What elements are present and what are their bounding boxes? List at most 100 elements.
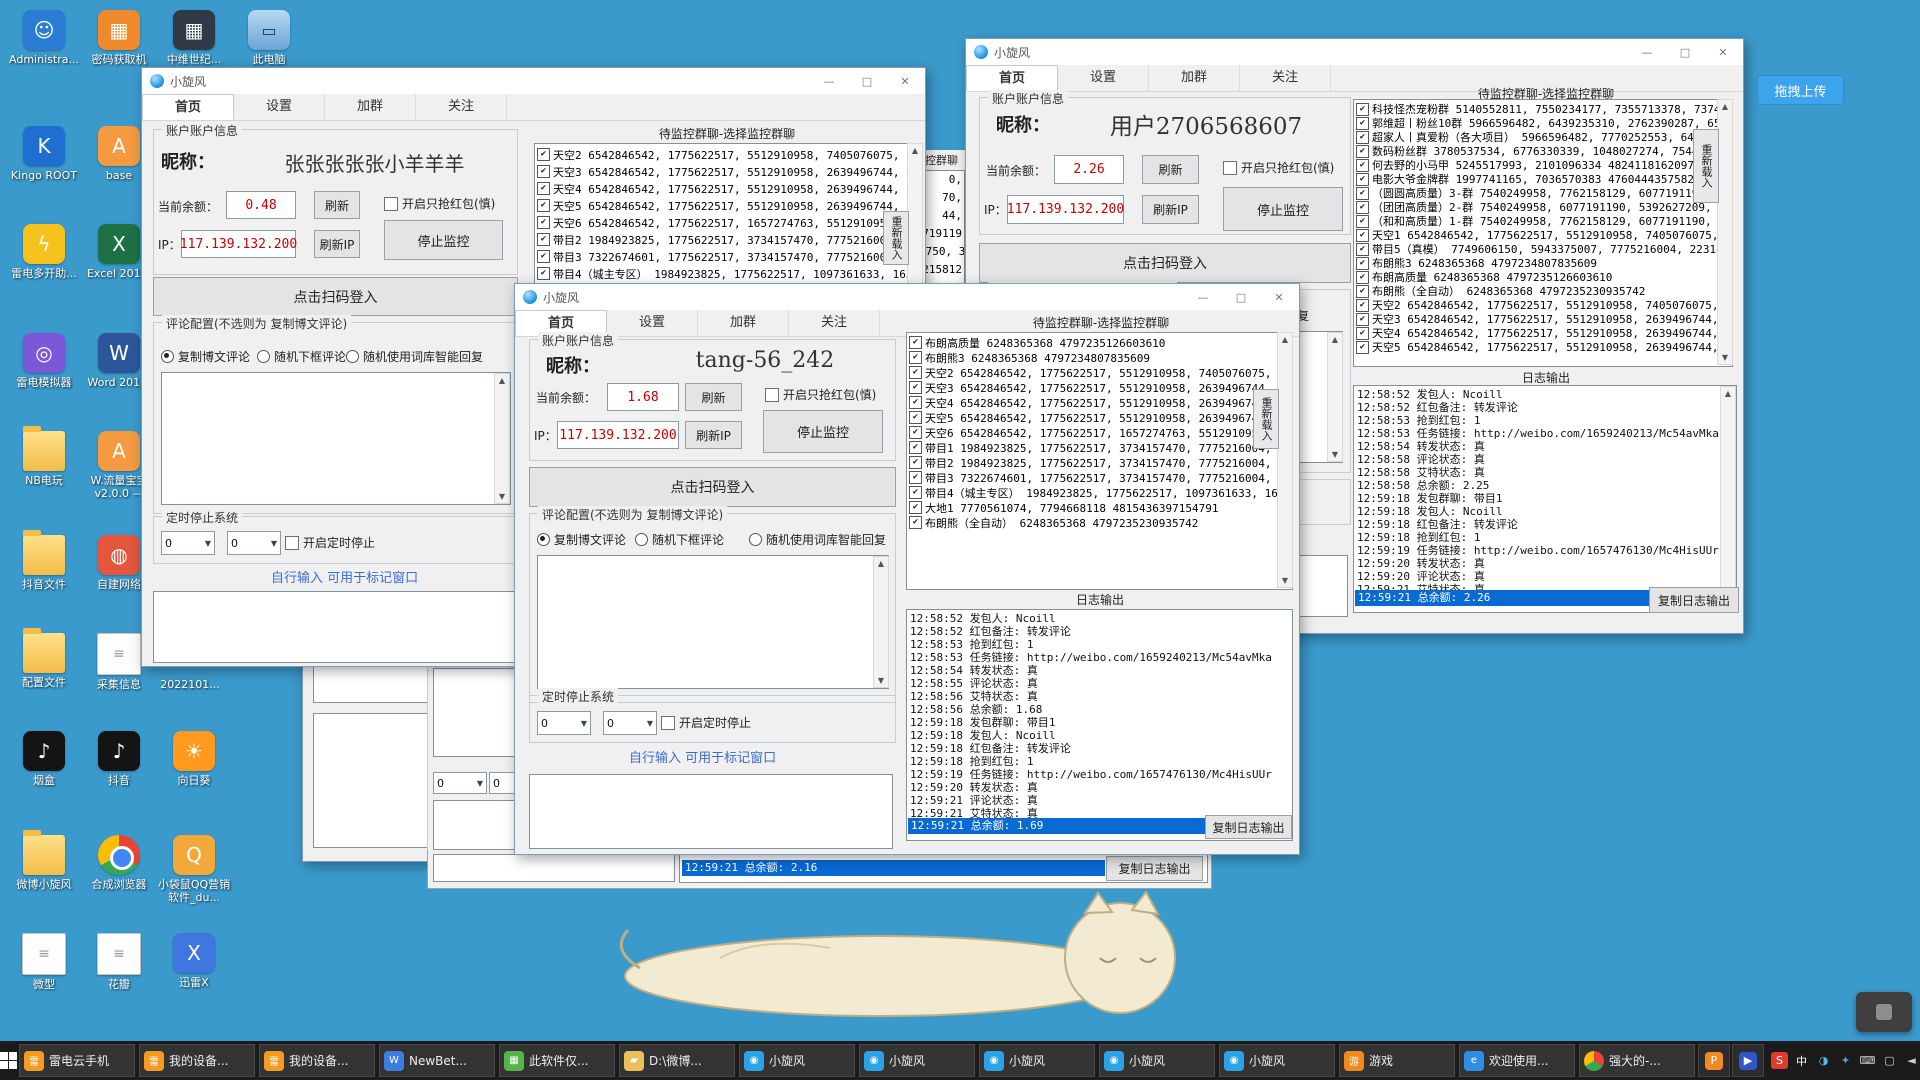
refresh-ip-button[interactable]: 刷新IP bbox=[685, 421, 742, 449]
ip-field[interactable]: 117.139.132.200 bbox=[1007, 195, 1124, 224]
checkbox-checked-icon[interactable]: ✔ bbox=[537, 250, 550, 263]
checkbox-icon[interactable] bbox=[384, 196, 398, 211]
scan-login-button[interactable]: 点击扫码登入 bbox=[153, 277, 518, 316]
desktop-icon-document[interactable]: ≡ 花瓣 bbox=[81, 933, 157, 991]
tray-bird-app-icon[interactable]: ✦ bbox=[1837, 1052, 1854, 1069]
radio-random-comment[interactable]: 随机下框评论 bbox=[257, 348, 346, 365]
group-row[interactable]: ✔ 天空5 6542846542, 1775622517, 5512910958,… bbox=[907, 410, 1292, 425]
group-row[interactable]: ✔ 带目5（真模） 7749606150, 5943375007, 7775216… bbox=[1354, 242, 1732, 256]
checkbox-checked-icon[interactable]: ✔ bbox=[909, 456, 922, 469]
checkbox-checked-icon[interactable]: ✔ bbox=[537, 267, 550, 280]
group-row[interactable]: ✔ 天空2 6542846542, 1775622517, 5512910958,… bbox=[1354, 298, 1732, 312]
checkbox-checked-icon[interactable]: ✔ bbox=[909, 381, 922, 394]
w4-textarea-fragment[interactable] bbox=[433, 668, 517, 757]
group-row[interactable]: ✔ 数码粉丝群 3780537534, 6776330339, 104802727… bbox=[1354, 144, 1732, 158]
checkbox-checked-icon[interactable]: ✔ bbox=[1356, 228, 1369, 242]
group-row[interactable]: ✔ 带目2 1984923825, 1775622517, 3734157470,… bbox=[535, 231, 922, 248]
balance-field[interactable]: 0.48 bbox=[226, 191, 296, 219]
comment-textarea[interactable] bbox=[537, 555, 889, 689]
checkbox-icon[interactable] bbox=[661, 715, 675, 730]
radio-copy-comment[interactable]: 复制博文评论 bbox=[161, 348, 250, 365]
timer-minute-select[interactable]: 0▼ bbox=[227, 531, 281, 555]
desktop-icon-ld-multi-opener[interactable]: ϟ 雷电多开助... bbox=[6, 224, 82, 280]
scan-login-button[interactable]: 点击扫码登入 bbox=[979, 243, 1351, 283]
tab-settings[interactable]: 设置 bbox=[607, 310, 698, 336]
taskbar-button-xiaoxuanfeng[interactable]: ◉ 小旋风 bbox=[1219, 1044, 1335, 1077]
stop-monitor-button[interactable]: 停止监控 bbox=[384, 220, 503, 260]
taskbar-button-browser[interactable]: e 欢迎使用... bbox=[1459, 1044, 1575, 1077]
maximize-button[interactable]: □ bbox=[1666, 40, 1704, 65]
balance-field[interactable]: 2.26 bbox=[1054, 155, 1124, 184]
titlebar[interactable]: 小旋风 bbox=[142, 68, 925, 95]
group-row[interactable]: ✔ 带目3 7322674601, 1775622517, 3734157470,… bbox=[535, 248, 922, 265]
tab-settings[interactable]: 设置 bbox=[1058, 65, 1149, 91]
list-scrollbar[interactable]: ▲▼ bbox=[1277, 332, 1293, 588]
tab-join-group[interactable]: 加群 bbox=[698, 310, 789, 336]
tab-join-group[interactable]: 加群 bbox=[1149, 65, 1240, 91]
tray-moon-app-icon[interactable]: ◑ bbox=[1815, 1052, 1832, 1069]
group-row[interactable]: ✔ 天空6 6542846542, 1775622517, 1657274763,… bbox=[535, 214, 922, 231]
comment-textarea[interactable] bbox=[161, 372, 511, 505]
floating-widget[interactable] bbox=[1856, 992, 1912, 1032]
balance-field[interactable]: 1.68 bbox=[607, 383, 679, 411]
start-button[interactable] bbox=[0, 1041, 17, 1080]
group-row[interactable]: ✔ 超家人丨真爱粉（各大项目） 5966596482, 7770252553, 6… bbox=[1354, 130, 1732, 144]
scroll-up-icon[interactable]: ▲ bbox=[1278, 333, 1292, 346]
scroll-down-icon[interactable]: ▼ bbox=[1278, 574, 1292, 587]
maximize-button[interactable]: □ bbox=[848, 69, 886, 94]
titlebar[interactable]: 小旋风 bbox=[966, 39, 1743, 66]
reload-list-button[interactable]: 重新载入 bbox=[1253, 389, 1279, 449]
taskbar-button-xiaoxuanfeng[interactable]: ◉ 小旋风 bbox=[739, 1044, 855, 1077]
reload-list-button[interactable]: 重新载入 bbox=[1693, 129, 1719, 203]
group-row[interactable]: ✔ 天空4 6542846542, 1775622517, 5512910958,… bbox=[535, 180, 922, 197]
refresh-ip-button[interactable]: 刷新IP bbox=[1142, 195, 1199, 224]
list-scrollbar[interactable]: ▲▼ bbox=[1717, 99, 1733, 365]
desktop-icon-folder[interactable]: 配置文件 bbox=[6, 628, 82, 689]
group-row[interactable]: ✔ 天空4 6542846542, 1775622517, 5512910958,… bbox=[907, 395, 1292, 410]
group-row[interactable]: ✔ （和和高质量）1-群 7540249958, 7762158129, 6077… bbox=[1354, 214, 1732, 228]
checkbox-checked-icon[interactable]: ✔ bbox=[909, 366, 922, 379]
checkbox-checked-icon[interactable]: ✔ bbox=[1356, 214, 1369, 228]
scroll-up-icon[interactable]: ▲ bbox=[1718, 100, 1732, 113]
checkbox-checked-icon[interactable]: ✔ bbox=[1356, 130, 1369, 144]
monitor-group-list[interactable]: ✔ 科技怪杰宠粉群 5140552811, 7550234177, 7355713… bbox=[1353, 99, 1733, 367]
w4-copy-log-button[interactable]: 复制日志输出 bbox=[1106, 856, 1203, 881]
close-button[interactable]: ✕ bbox=[1704, 40, 1742, 65]
checkbox-checked-icon[interactable]: ✔ bbox=[1356, 186, 1369, 200]
checkbox-checked-icon[interactable]: ✔ bbox=[909, 501, 922, 514]
group-row[interactable]: ✔ 天空5 6542846542, 1775622517, 5512910958,… bbox=[1354, 340, 1732, 354]
scroll-up-icon[interactable]: ▲ bbox=[495, 374, 509, 387]
maximize-button[interactable]: □ bbox=[1222, 285, 1260, 310]
tray-sogou-input-icon[interactable]: S bbox=[1771, 1052, 1788, 1069]
minimize-button[interactable]: — bbox=[1628, 40, 1666, 65]
radio-copy-comment[interactable]: 复制博文评论 bbox=[537, 531, 626, 548]
tab-join-group[interactable]: 加群 bbox=[325, 94, 416, 120]
checkbox-checked-icon[interactable]: ✔ bbox=[1356, 326, 1369, 340]
timer-hour-select[interactable]: 0▼ bbox=[161, 531, 215, 555]
refresh-button[interactable]: 刷新 bbox=[685, 383, 742, 411]
scroll-down-icon[interactable]: ▼ bbox=[1328, 448, 1342, 461]
checkbox-checked-icon[interactable]: ✔ bbox=[909, 516, 922, 529]
scroll-up-icon[interactable]: ▲ bbox=[874, 557, 888, 570]
taskbar-button-my-device[interactable]: 雷我的设备... bbox=[139, 1044, 255, 1077]
checkbox-checked-icon[interactable]: ✔ bbox=[909, 471, 922, 484]
checkbox-checked-icon[interactable]: ✔ bbox=[909, 396, 922, 409]
group-row[interactable]: ✔ 天空5 6542846542, 1775622517, 5512910958,… bbox=[535, 197, 922, 214]
scroll-up-icon[interactable]: ▲ bbox=[908, 144, 922, 157]
taskbar-button-explorer-folder[interactable]: ▰ D:\微博... bbox=[619, 1044, 735, 1077]
desktop-icon-folder[interactable]: 微博小旋风 bbox=[6, 830, 82, 891]
checkbox-checked-icon[interactable]: ✔ bbox=[1356, 102, 1369, 116]
textarea-scrollbar[interactable]: ▲ ▼ bbox=[494, 373, 510, 504]
checkbox-checked-icon[interactable]: ✔ bbox=[909, 336, 922, 349]
checkbox-checked-icon[interactable]: ✔ bbox=[1356, 270, 1369, 284]
timer-checkbox[interactable]: 开启定时停止 bbox=[661, 714, 751, 731]
radio-random-comment[interactable]: 随机下框评论 bbox=[635, 531, 724, 548]
scroll-down-icon[interactable]: ▼ bbox=[1718, 351, 1732, 364]
close-button[interactable]: ✕ bbox=[1260, 285, 1298, 310]
radio-selected-icon[interactable] bbox=[537, 533, 550, 546]
taskbar-button-pixpin[interactable]: P bbox=[1698, 1044, 1730, 1077]
radio-icon[interactable] bbox=[346, 350, 359, 363]
desktop-icon-admin-user[interactable]: ☺ Administra... bbox=[6, 10, 82, 66]
redpacket-checkbox[interactable]: 开启只抢红包(慎) bbox=[1223, 159, 1334, 176]
timer-minute-select[interactable]: 0▼ bbox=[603, 711, 657, 735]
